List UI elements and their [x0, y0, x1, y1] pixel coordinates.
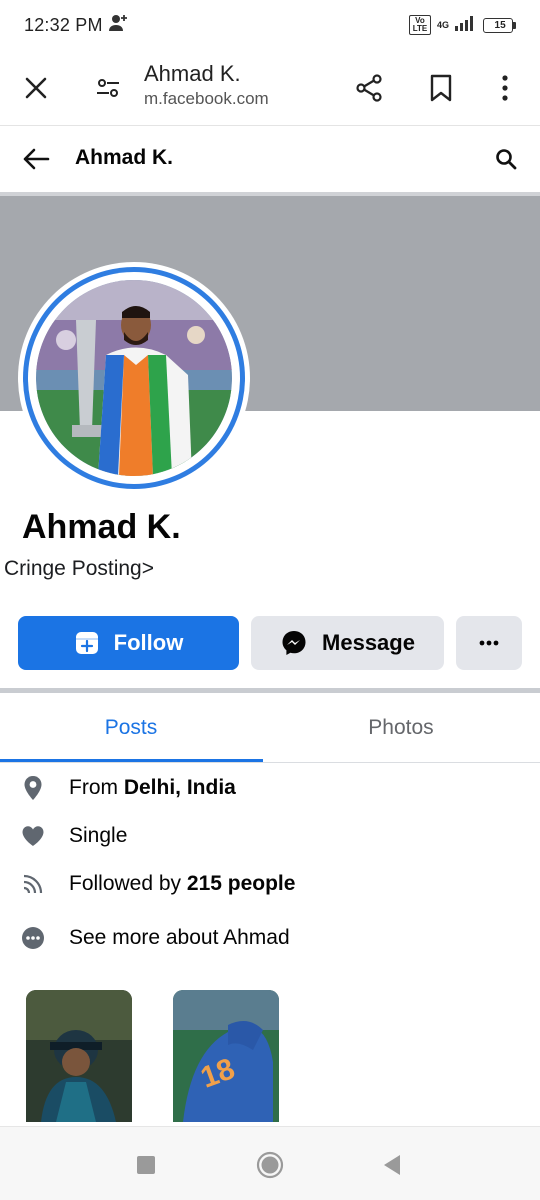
browser-page-title: Ahmad K. [144, 61, 241, 86]
intro-see-more[interactable]: See more about Ahmad [0, 918, 540, 958]
tab-photos[interactable]: Photos [270, 693, 532, 762]
back-button[interactable] [14, 137, 58, 181]
back-triangle-icon [384, 1155, 400, 1175]
story-ring [23, 267, 245, 489]
relationship-status: Single [69, 824, 128, 847]
profile-picture[interactable] [18, 262, 250, 494]
person-add-icon [108, 14, 129, 37]
home-icon [256, 1151, 284, 1179]
followers-count[interactable]: 215 people [187, 872, 296, 895]
recents-button[interactable] [124, 1143, 168, 1187]
browser-toolbar: Ahmad K. m.facebook.com [0, 50, 540, 126]
follow-label: Follow [113, 630, 184, 655]
close-icon [25, 77, 47, 99]
status-bar: 12:32 PM Vo LTE 4G 15 [0, 0, 540, 50]
ellipsis-circle-icon [20, 925, 46, 951]
home-button[interactable] [248, 1143, 292, 1187]
share-icon [356, 74, 382, 102]
rss-icon [20, 871, 46, 897]
battery-icon: 15 [483, 17, 516, 33]
avatar-photo [36, 280, 232, 476]
messenger-icon [282, 631, 306, 655]
site-settings-icon [97, 79, 119, 97]
status-time: 12:32 PM [24, 14, 103, 35]
system-navigation-bar [0, 1126, 540, 1200]
arrow-back-icon [23, 148, 50, 170]
profile-tabs: Posts Photos [0, 693, 540, 763]
see-more-about: See more about Ahmad [69, 926, 290, 949]
intro-followers: Followed by 215 people [0, 864, 540, 904]
signal-icon [455, 15, 477, 36]
location-pin-icon [20, 775, 46, 801]
follow-button[interactable]: Follow [18, 616, 239, 670]
featured-photo[interactable]: 18 [173, 990, 279, 1122]
page-header: Ahmad K. [0, 126, 540, 192]
add-friend-icon [75, 632, 98, 654]
browser-address[interactable]: Ahmad K. m.facebook.com [144, 60, 269, 110]
tab-posts[interactable]: Posts [0, 693, 262, 762]
message-label: Message [322, 630, 415, 655]
ellipsis-icon [479, 640, 499, 646]
followers-prefix: Followed by [69, 872, 187, 895]
profile-bio[interactable]: Cringe Posting> [4, 557, 154, 581]
bookmark-icon [430, 74, 452, 102]
share-button[interactable] [347, 66, 391, 110]
featured-photo[interactable] [26, 990, 132, 1122]
volte-indicator: Vo LTE [408, 15, 431, 35]
more-options-button[interactable] [483, 66, 527, 110]
bookmark-button[interactable] [419, 66, 463, 110]
hometown-prefix: From [69, 776, 124, 799]
profile-more-button[interactable] [456, 616, 522, 670]
search-button[interactable] [484, 137, 528, 181]
close-button[interactable] [14, 66, 58, 110]
intro-hometown: From Delhi, India [0, 768, 540, 808]
browser-url: m.facebook.com [144, 89, 269, 108]
back-nav-button[interactable] [370, 1143, 414, 1187]
battery-level: 15 [494, 19, 506, 31]
network-type: 4G [436, 19, 449, 30]
heart-icon [20, 823, 46, 849]
profile-name: Ahmad K. [22, 508, 181, 546]
intro-relationship: Single [0, 816, 540, 856]
site-settings-button[interactable] [86, 66, 130, 110]
message-button[interactable]: Message [251, 616, 444, 670]
network-indicator: 4G [436, 19, 449, 30]
active-tab-indicator [0, 759, 263, 762]
more-vertical-icon [502, 75, 508, 101]
page-title: Ahmad K. [75, 146, 174, 169]
recents-icon [137, 1156, 155, 1174]
hometown-value[interactable]: Delhi, India [124, 776, 236, 799]
search-icon [496, 149, 517, 170]
